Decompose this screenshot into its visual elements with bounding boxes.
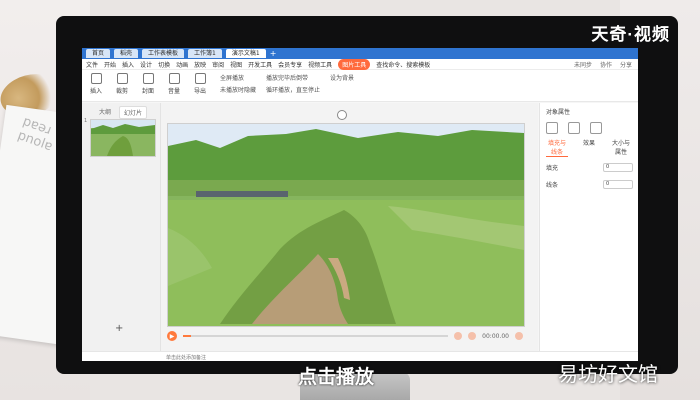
sync-status[interactable]: 未同步 [574,60,592,69]
fullscreen-option[interactable]: 全屏播放 [220,73,256,82]
rewind-icon[interactable] [454,332,463,340]
set-background-option[interactable]: 设为背景 [330,73,354,82]
property-panel: 对象属性 填充与线条 效果 大小与属性 填充 0 线条 0 [539,103,638,351]
command-search[interactable]: 查找命令、搜索模板 [376,60,430,69]
progress-track[interactable] [183,335,449,337]
volume-icon[interactable] [515,332,523,340]
ribbon-item-picture-tools[interactable]: 图片工具 [338,58,371,70]
cover-label: 封面 [141,88,154,95]
brand-logo: 天奇·视频 [591,25,670,44]
ribbon-item-design[interactable]: 设计 [140,60,152,69]
watermark-text: 易坊好文馆 [558,362,658,386]
rewind-option[interactable]: 播放完毕后倒带 [266,73,320,82]
video-image [168,124,524,326]
insert-icon [90,73,102,84]
cover-button[interactable]: 封面 [138,73,158,95]
menu-ribbon: 文件 开始 插入 设计 切换 动画 放映 审阅 视图 开发工具 会员专享 视频工… [82,58,638,70]
slide-thumbnail[interactable] [90,119,156,157]
slide-canvas: ▶ 00:00.00 [161,103,538,351]
fill-value[interactable]: 0 [603,163,633,172]
crop-icon [116,73,128,84]
monitor: 首页 稻壳 工作表模板 工作簿1 演示文稿1 + 文件 开始 插入 设计 切换 … [56,16,678,374]
tab-presentation[interactable]: 演示文稿1 [225,49,266,58]
tab-fill-line[interactable]: 填充与线条 [546,138,568,157]
ribbon-item-transition[interactable]: 切换 [158,60,170,69]
line-label: 线条 [546,182,559,189]
crop-button[interactable]: 裁剪 [112,73,132,95]
ribbon-item-animation[interactable]: 动画 [176,60,188,69]
ribbon-item-review[interactable]: 审阅 [212,60,224,69]
fill-line-icon[interactable] [546,122,558,134]
tab-template[interactable]: 工作表模板 [142,49,185,58]
thumbnail-image [91,120,155,156]
notes-placeholder[interactable]: 单击此处添加备注 [166,354,206,361]
size-property-icon[interactable] [590,122,602,134]
fill-row[interactable]: 填充 0 [540,159,638,176]
volume-label: 音量 [167,88,180,95]
new-tab-button[interactable]: + [270,49,277,58]
tab-docer[interactable]: 稻壳 [114,49,139,58]
progress-fill [183,335,191,337]
tab-slides[interactable]: 幻灯片 [119,106,148,119]
panel-title: 对象属性 [546,109,571,116]
ribbon-item-insert[interactable]: 插入 [122,60,134,69]
loop-option[interactable]: 循环播放，直至停止 [266,85,320,94]
video-frame[interactable] [167,123,525,327]
video-toolbar: 插入 裁剪 封面 音量 导出 全屏播放 未播放时隐藏 播放完毕后倒带 循环播放，… [82,70,638,102]
volume-icon [168,73,180,84]
ribbon-item-member[interactable]: 会员专享 [278,60,302,69]
effect-icon[interactable] [568,122,580,134]
tab-workbook[interactable]: 工作簿1 [188,49,222,58]
ribbon-item-video-tools[interactable]: 视频工具 [308,60,332,69]
forward-icon[interactable] [468,332,477,340]
insert-label: 插入 [89,88,102,95]
fill-label: 填充 [546,165,559,172]
slide-number: 1 [84,118,88,124]
insert-button[interactable]: 插入 [86,73,106,95]
ribbon-item-devtools[interactable]: 开发工具 [248,60,272,69]
hide-option[interactable]: 未播放时隐藏 [220,85,256,94]
collaborate-button[interactable]: 协作 [600,60,612,69]
export-label: 导出 [193,88,206,95]
play-button[interactable]: ▶ [167,331,177,341]
screen: 首页 稻壳 工作表模板 工作簿1 演示文稿1 + 文件 开始 插入 设计 切换 … [82,48,638,361]
rotate-handle[interactable] [337,110,347,120]
tab-bar: 首页 稻壳 工作表模板 工作簿1 演示文稿1 + [82,48,638,59]
ribbon-item-view[interactable]: 视图 [230,60,242,69]
video-playbar: ▶ 00:00.00 [167,329,523,343]
status-bar: 单击此处添加备注 [82,351,638,361]
ribbon-item-start[interactable]: 开始 [104,60,116,69]
slide-pane: 大纲 幻灯片 1 + [82,103,161,351]
file-menu[interactable]: 文件 [86,60,98,69]
ribbon-item-slideshow[interactable]: 放映 [194,60,206,69]
line-value[interactable]: 0 [603,180,633,189]
add-slide-button[interactable]: + [115,323,123,334]
tab-home[interactable]: 首页 [86,49,111,58]
cover-icon [142,73,154,84]
line-row[interactable]: 线条 0 [540,176,638,193]
tab-outline[interactable]: 大纲 [95,106,115,119]
crop-label: 裁剪 [115,88,128,95]
tab-effect[interactable]: 效果 [578,138,600,157]
volume-button[interactable]: 音量 [164,73,184,95]
share-button[interactable]: 分享 [620,60,632,69]
time-display: 00:00.00 [482,332,509,340]
tab-size-property[interactable]: 大小与属性 [610,138,632,157]
subtitle-caption: 点击播放 [298,366,375,388]
export-icon [194,73,206,84]
export-button[interactable]: 导出 [190,73,210,95]
